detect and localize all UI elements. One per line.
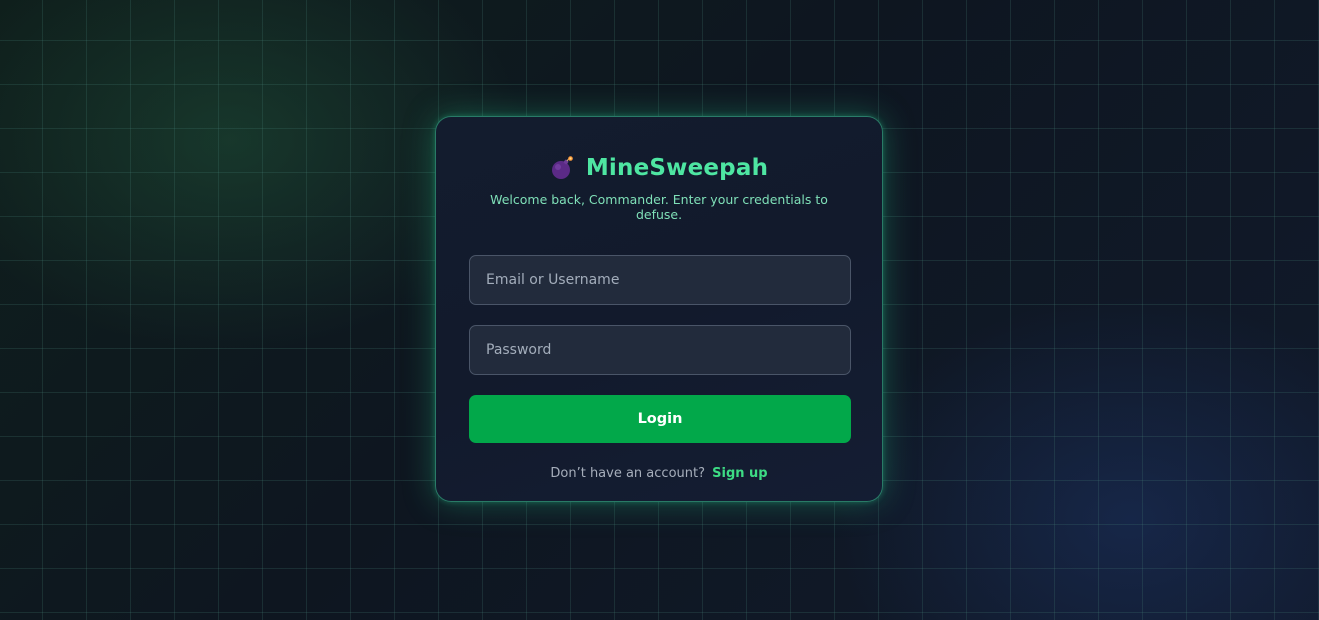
welcome-subtitle: Welcome back, Commander. Enter your cred… (490, 192, 828, 222)
login-card: MineSweepah Welcome back, Commander. Ent… (435, 116, 883, 502)
bomb-icon (550, 155, 576, 181)
username-input[interactable] (486, 272, 834, 288)
login-button[interactable]: Login (469, 395, 851, 443)
signup-prompt: Don’t have an account? Sign up (469, 466, 849, 481)
app-title: MineSweepah (585, 155, 769, 181)
username-field[interactable] (469, 255, 851, 305)
brand-header: MineSweepah (469, 153, 849, 183)
signup-prompt-text: Don’t have an account? (550, 466, 705, 481)
signup-link[interactable]: Sign up (712, 466, 767, 481)
password-input[interactable] (486, 342, 834, 358)
password-field[interactable] (469, 325, 851, 375)
